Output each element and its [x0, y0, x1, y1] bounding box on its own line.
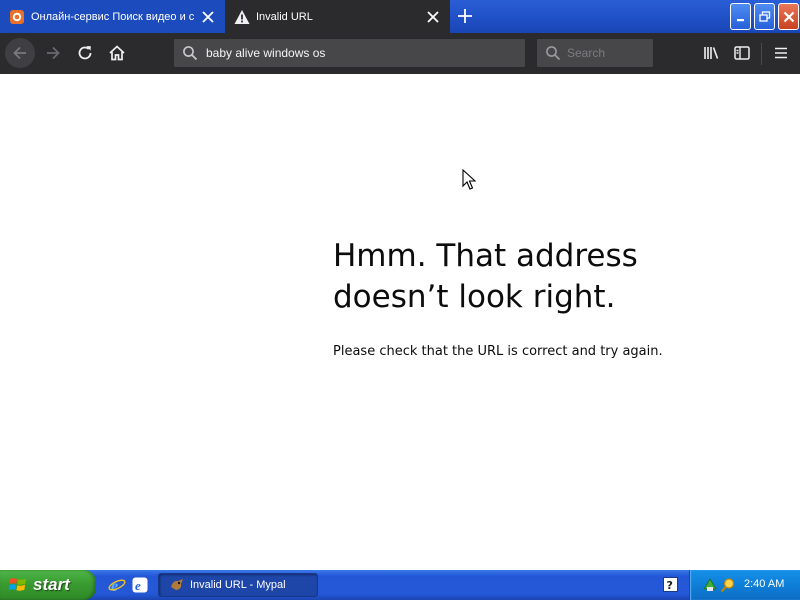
minimize-window-button[interactable]: [730, 3, 751, 30]
home-icon: [109, 45, 125, 61]
taskbar-item-label: Invalid URL - Mypal: [190, 579, 286, 591]
restore-window-button[interactable]: [754, 3, 775, 30]
close-window-button[interactable]: [778, 3, 799, 30]
taskbar-item-mypal[interactable]: Invalid URL - Mypal: [158, 573, 318, 597]
close-tab-icon[interactable]: [426, 9, 440, 23]
video-service-favicon-icon: [9, 9, 25, 25]
error-message: Please check that the URL is correct and…: [333, 344, 663, 359]
url-text: baby alive windows os: [206, 46, 326, 60]
svg-text:e: e: [111, 578, 118, 594]
taskbar: start e e Invalid URL - Mypal ? 2:40 AM: [0, 570, 800, 600]
reload-icon: [78, 46, 92, 60]
mouse-cursor-icon: [462, 168, 477, 191]
help-icon[interactable]: ?: [663, 577, 678, 592]
tab-video-service[interactable]: Онлайн-сервис Поиск видео и с: [0, 0, 225, 33]
search-bar[interactable]: [536, 38, 654, 68]
tab-title: Invalid URL: [256, 10, 313, 23]
forward-arrow-icon: [47, 46, 60, 60]
svg-text:?: ?: [667, 579, 673, 592]
clock: 2:40 AM: [744, 578, 785, 590]
forward-button[interactable]: [38, 38, 68, 68]
tab-invalid-url[interactable]: Invalid URL: [225, 0, 450, 33]
system-tray: 2:40 AM: [689, 570, 800, 600]
sidebar-toggle-button[interactable]: [727, 38, 757, 68]
back-arrow-icon: [13, 46, 26, 60]
search-icon: [545, 45, 561, 61]
menu-button[interactable]: [766, 38, 796, 68]
network-tray-icon[interactable]: [702, 577, 718, 593]
start-button[interactable]: start: [0, 570, 96, 600]
browser-quicklaunch-icon[interactable]: e: [131, 576, 149, 594]
sidebar-icon: [734, 46, 750, 60]
toolbar-divider: [761, 43, 762, 65]
close-tab-icon[interactable]: [201, 9, 215, 23]
mypal-app-icon: [169, 577, 185, 593]
error-title-line-1: Hmm. That address: [333, 238, 638, 274]
new-tab-plus-icon[interactable]: [456, 7, 474, 25]
svg-text:e: e: [135, 578, 141, 593]
warning-icon: [234, 9, 250, 25]
error-title: Hmm. That address doesn’t look right.: [333, 236, 733, 318]
search-icon: [182, 45, 198, 61]
search-input[interactable]: [567, 46, 647, 60]
tab-title: Онлайн-сервис Поиск видео и с: [31, 10, 195, 23]
reload-button[interactable]: [70, 38, 100, 68]
library-button[interactable]: [696, 38, 726, 68]
start-label: start: [33, 575, 70, 594]
navigation-toolbar: baby alive windows os: [0, 33, 800, 74]
windows-logo-icon: [8, 575, 28, 595]
error-title-line-2: doesn’t look right.: [333, 279, 616, 315]
tab-strip: Онлайн-сервис Поиск видео и с Invalid UR…: [0, 0, 800, 33]
library-icon: [704, 47, 719, 59]
hamburger-menu-icon: [775, 47, 787, 59]
internet-explorer-quicklaunch-icon[interactable]: e: [108, 576, 126, 595]
search-tray-icon[interactable]: [720, 577, 736, 593]
page-content: Hmm. That address doesn’t look right. Pl…: [0, 74, 800, 570]
url-bar[interactable]: baby alive windows os: [173, 38, 526, 68]
home-button[interactable]: [102, 38, 132, 68]
back-button[interactable]: [5, 38, 35, 68]
